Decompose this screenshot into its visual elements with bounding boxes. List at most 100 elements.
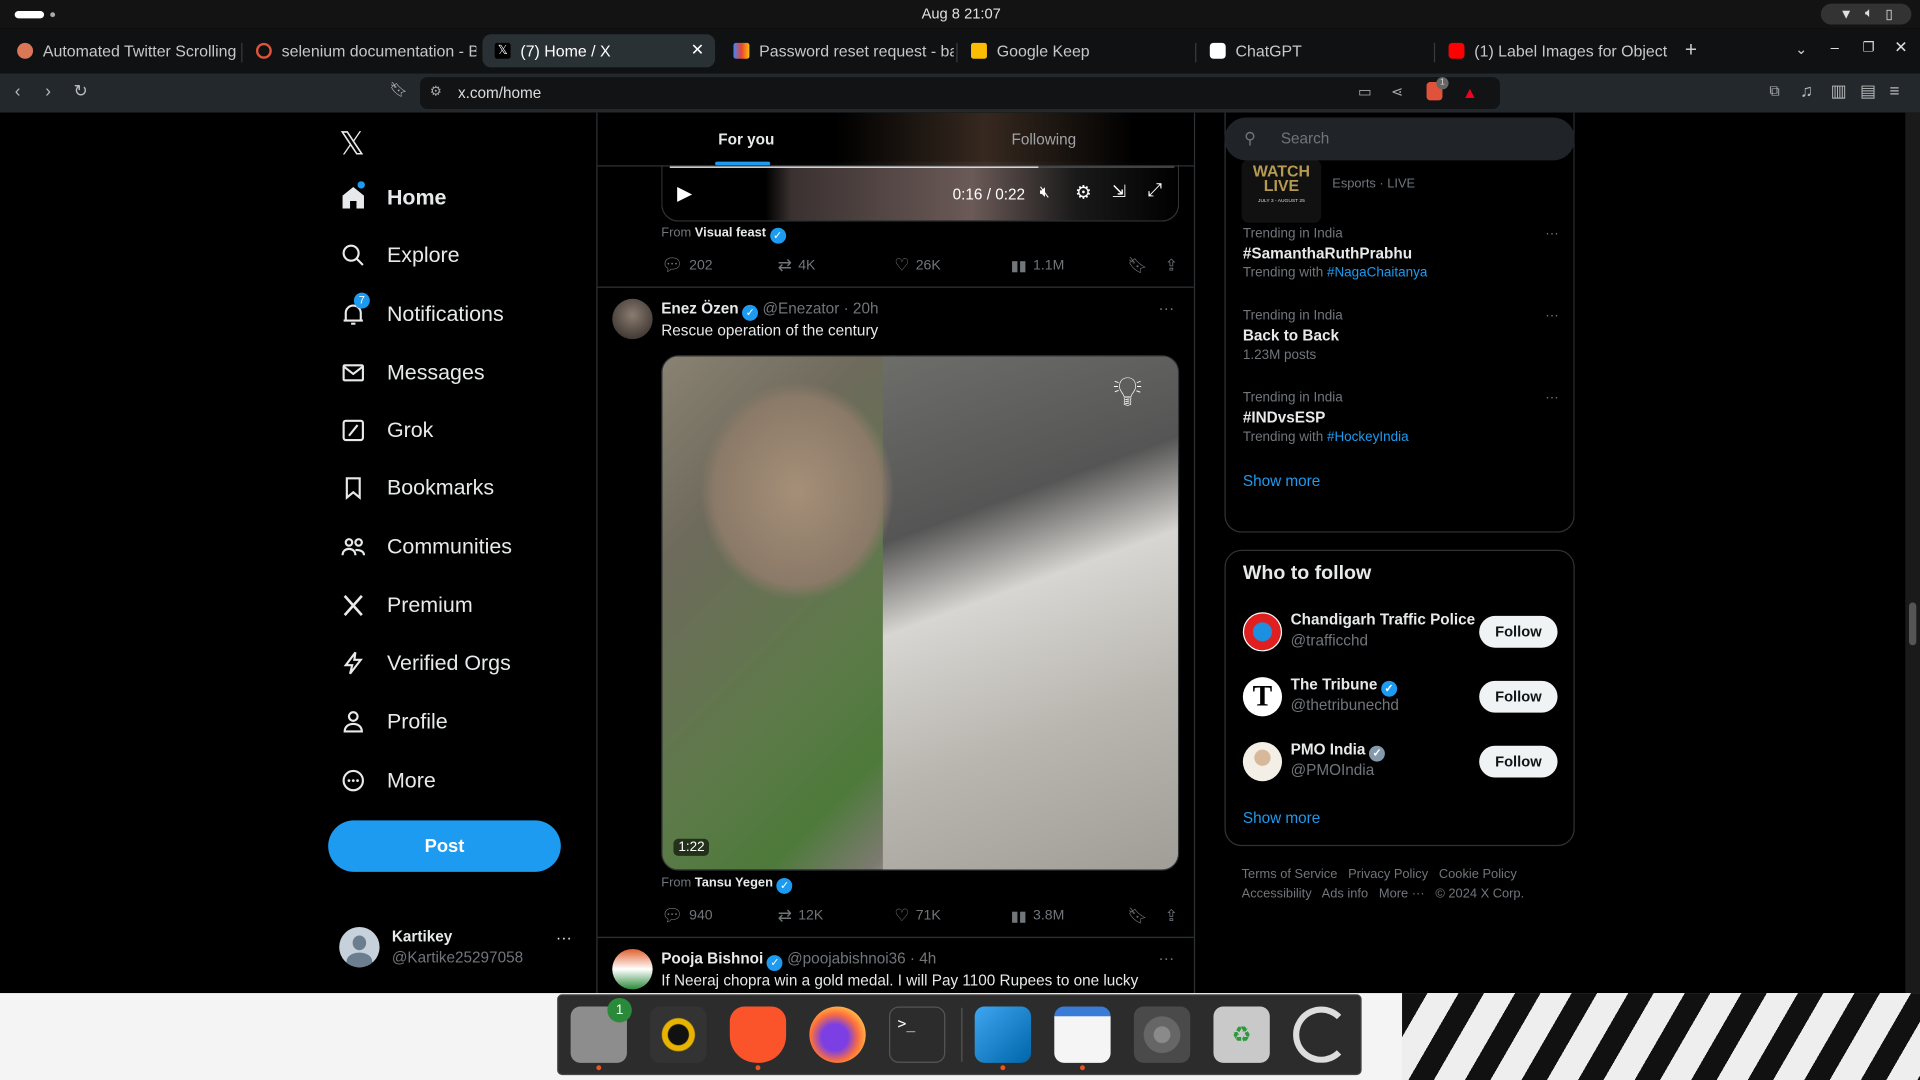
like-button[interactable]: ♡ 26K [894, 255, 1010, 276]
x-logo[interactable]: 𝕏 [339, 125, 365, 163]
system-tray[interactable]: ▼ 🔈︎ ▯ [1820, 3, 1912, 25]
follow-button[interactable]: Follow [1479, 745, 1558, 778]
workspace-indicator[interactable] [14, 11, 45, 19]
media-icon[interactable]: ♫ [1800, 81, 1813, 101]
share-icon[interactable]: ⋖ [1391, 83, 1403, 100]
author-name[interactable]: Enez Özen [661, 300, 738, 317]
video-player[interactable]: ▶ 0:16 / 0:22 🔇︎ ⚙ ⇲ ⤢ [661, 161, 1180, 222]
account-more-icon[interactable]: ··· [556, 928, 572, 946]
who-to-follow-show-more-link[interactable]: Show more [1243, 809, 1320, 826]
menu-icon[interactable]: ≡ [1889, 81, 1899, 101]
sidebar-item-notifications[interactable]: Notifications 7 [340, 292, 504, 327]
trend-item[interactable]: Trending in India #SamanthaRuthPrabhu Tr… [1243, 227, 1559, 281]
tab-chatgpt[interactable]: ChatGPT [1198, 34, 1431, 67]
brave-rewards-icon[interactable]: ▲ [1462, 83, 1478, 101]
app-grid-icon[interactable] [1293, 1006, 1350, 1063]
sidebar-item-grok[interactable]: Grok [340, 418, 433, 444]
tab-automated-twitter-scrolling[interactable]: Automated Twitter Scrolling [5, 34, 238, 67]
follow-button[interactable]: Follow [1479, 615, 1558, 648]
footer-link[interactable]: More ··· [1379, 887, 1425, 902]
trash-icon[interactable]: ♻ [1213, 1006, 1270, 1063]
url-text[interactable]: x.com/home [458, 84, 541, 101]
fullscreen-icon[interactable]: ⤢ [1147, 180, 1162, 201]
sidebar-icon[interactable]: ▥ [1831, 81, 1847, 102]
cast-icon[interactable]: ▭ [1358, 83, 1372, 100]
rhythmbox-icon[interactable] [650, 1006, 707, 1063]
post-button[interactable]: Post [328, 820, 561, 872]
page-scrollbar[interactable] [1905, 112, 1920, 994]
tab-list-chevron-icon[interactable]: ⌄ [1795, 40, 1807, 57]
trends-show-more-link[interactable]: Show more [1243, 473, 1320, 490]
sidebar-item-communities[interactable]: Communities [340, 534, 512, 560]
sidebar-item-premium[interactable]: Premium [340, 593, 473, 619]
follow-button[interactable]: Follow [1479, 680, 1558, 713]
share-icon[interactable]: ⇪ [1165, 906, 1178, 926]
trend-more-icon[interactable]: ··· [1545, 309, 1558, 324]
settings-gear-icon[interactable]: ⚙ [1075, 181, 1091, 203]
tab-for-you[interactable]: For you [598, 113, 896, 167]
bookmark-icon[interactable]: 🔖︎ [1127, 906, 1147, 926]
share-icon[interactable]: ⇪ [1165, 255, 1178, 275]
play-icon[interactable]: ▶ [677, 181, 692, 205]
text-editor-icon[interactable] [1054, 1006, 1111, 1071]
address-bar[interactable]: ⚙︎ x.com/home ▭ ⋖ 1 ▲ [420, 77, 1501, 109]
views-button[interactable]: ▮▮ 3.8M [1011, 905, 1127, 926]
forward-icon[interactable]: › [45, 81, 51, 101]
post-video[interactable]: 💡︎ 1:22 [661, 355, 1180, 871]
post-more-icon[interactable]: ··· [1158, 949, 1174, 967]
close-tab-icon[interactable]: ✕ [691, 40, 704, 60]
trend-item[interactable]: Trending in India #INDvsESP Trending wit… [1243, 391, 1559, 445]
extensions-icon[interactable]: ⧉ [1769, 82, 1780, 100]
author-handle[interactable]: @Enezator [762, 300, 839, 317]
wallet-icon[interactable]: ▤ [1860, 81, 1876, 102]
new-tab-button[interactable]: + [1685, 38, 1697, 62]
post-time[interactable]: · 20h [844, 300, 879, 317]
trend-more-icon[interactable]: ··· [1545, 391, 1558, 406]
avatar[interactable] [612, 948, 653, 990]
pip-icon[interactable]: ⇲ [1112, 181, 1126, 202]
firefox-icon[interactable] [809, 1006, 866, 1063]
footer-link[interactable]: Terms of Service [1242, 867, 1338, 882]
tab-home-x[interactable]: 𝕏 (7) Home / X ✕ [482, 34, 716, 68]
disc-icon[interactable] [1133, 1006, 1191, 1063]
reply-button[interactable]: 💬︎ 202 [661, 255, 777, 276]
from-account-link[interactable]: Tansu Yegen [695, 876, 773, 891]
tab-selenium-documentation[interactable]: selenium documentation - B [244, 34, 476, 67]
sidebar-item-messages[interactable]: Messages [340, 360, 485, 386]
bookmark-page-icon[interactable]: 🔖︎ [389, 81, 408, 98]
workspace-dot[interactable] [50, 12, 56, 18]
trend-more-icon[interactable]: ··· [1545, 227, 1558, 242]
tab-following[interactable]: Following [895, 113, 1193, 167]
clock[interactable]: Aug 8 21:07 [906, 5, 1016, 22]
search-input[interactable]: ⚲ Search [1224, 117, 1575, 161]
tab-password-reset[interactable]: Password reset request - ba [721, 34, 954, 67]
minimize-button[interactable]: ‒ [1831, 39, 1839, 56]
brave-icon[interactable] [729, 1006, 787, 1071]
site-settings-icon[interactable]: ⚙︎ [430, 83, 442, 99]
repost-button[interactable]: ⇄ 12K [778, 905, 894, 926]
files-icon[interactable]: 1 [570, 997, 632, 1071]
sidebar-item-more[interactable]: More [340, 768, 436, 794]
post-time[interactable]: · 4h [910, 950, 936, 967]
author-handle[interactable]: @poojabishnoi36 [787, 950, 906, 967]
reload-icon[interactable]: ↻ [73, 81, 87, 102]
footer-link[interactable]: Ads info [1322, 887, 1368, 902]
bookmark-icon[interactable]: 🔖︎ [1127, 255, 1147, 275]
like-button[interactable]: ♡ 71K [894, 905, 1010, 926]
repost-button[interactable]: ⇄ 4K [778, 255, 894, 276]
footer-link[interactable]: Cookie Policy [1439, 867, 1517, 882]
trend-item[interactable]: Trending in India Back to Back 1.23M pos… [1243, 309, 1559, 363]
author-name[interactable]: Pooja Bishnoi [661, 950, 763, 967]
sidebar-item-bookmarks[interactable]: Bookmarks [340, 475, 494, 501]
sidebar-item-home[interactable]: Home [340, 181, 446, 211]
from-account-link[interactable]: Visual feast [695, 225, 766, 240]
mute-icon[interactable]: 🔇︎ [1040, 182, 1050, 202]
footer-link[interactable]: Accessibility [1242, 887, 1312, 902]
avatar[interactable] [612, 298, 653, 340]
sidebar-item-explore[interactable]: Explore [340, 242, 460, 268]
reply-button[interactable]: 💬︎ 940 [661, 905, 777, 926]
post-more-icon[interactable]: ··· [1158, 299, 1174, 317]
tab-google-keep[interactable]: Google Keep [959, 34, 1192, 67]
event-thumbnail[interactable]: WATCH LIVE JULY 3 - AUGUST 25 [1241, 159, 1322, 223]
terminal-icon[interactable]: >_ [888, 1006, 946, 1063]
